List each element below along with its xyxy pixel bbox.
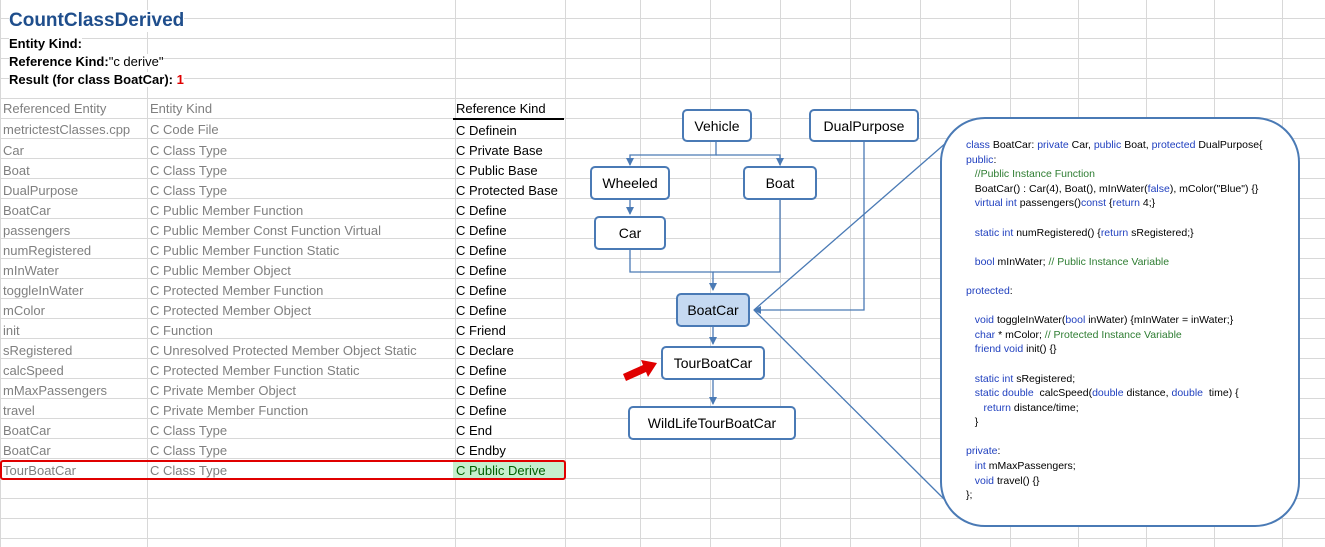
code-token: private xyxy=(966,445,998,458)
code-token: public xyxy=(966,153,994,166)
code-token: int xyxy=(966,460,989,473)
code-token: sRegistered; xyxy=(1016,372,1076,385)
node-tourboatcar[interactable]: TourBoatCar xyxy=(661,346,765,380)
code-token: }; xyxy=(966,489,973,502)
code-line: bool mInWater; // Public Instance Variab… xyxy=(966,256,1280,271)
node-car[interactable]: Car xyxy=(594,216,666,250)
code-token: static int xyxy=(966,372,1017,385)
node-boat[interactable]: Boat xyxy=(743,166,817,200)
code-token: double xyxy=(1092,387,1127,400)
callout-line-bottom xyxy=(753,309,946,501)
code-token: : xyxy=(1009,284,1013,297)
code-token: void xyxy=(966,314,997,327)
code-line: static double calcSpeed(double distance,… xyxy=(966,387,1280,402)
edge-vehicle-boat xyxy=(716,154,784,166)
code-line: }; xyxy=(966,489,1280,504)
code-line: int mMaxPassengers; xyxy=(966,460,1280,475)
code-token: : xyxy=(997,445,1001,458)
code-token: return xyxy=(966,401,1014,414)
code-token: static double xyxy=(966,387,1040,400)
node-wheeled[interactable]: Wheeled xyxy=(590,166,670,200)
code-token: } xyxy=(966,416,979,429)
code-line: BoatCar() : Car(4), Boat(), mInWater(fal… xyxy=(966,183,1280,198)
code-token: void xyxy=(966,474,997,487)
code-token: // Protected Instance Variable xyxy=(1044,328,1182,341)
code-line: private: xyxy=(966,445,1280,460)
code-token: private xyxy=(1037,139,1072,151)
code-token: class xyxy=(966,139,993,151)
code-token: time) { xyxy=(1208,387,1239,400)
code-token: : xyxy=(993,153,997,166)
code-token: mInWater; xyxy=(997,255,1049,268)
code-line: //Public Instance Function xyxy=(966,168,1280,183)
code-token: return xyxy=(1100,226,1132,239)
edge-boat-boatcar xyxy=(713,200,781,273)
code-token: travel() {} xyxy=(996,474,1040,487)
code-line: void travel() {} xyxy=(966,475,1280,490)
code-token: return xyxy=(1112,197,1143,210)
code-token: virtual int xyxy=(966,197,1020,210)
code-token: public xyxy=(1093,139,1125,151)
node-vehicle[interactable]: Vehicle xyxy=(682,109,752,142)
code-token: mMaxPassengers; xyxy=(988,460,1076,473)
code-line: static int sRegistered; xyxy=(966,373,1280,388)
code-line: virtual int passengers()const {return 4;… xyxy=(966,197,1280,212)
code-token: Boat, xyxy=(1124,139,1152,151)
code-line: char * mColor; // Protected Instance Var… xyxy=(966,329,1280,344)
node-boatcar-selected[interactable]: BoatCar xyxy=(676,293,750,327)
code-token: double xyxy=(1171,387,1209,400)
code-callout: class BoatCar: private Car, public Boat,… xyxy=(940,117,1300,527)
code-token: BoatCar() : Car(4), Boat(), mInWater( xyxy=(966,182,1148,195)
code-token: DualPurpose{ xyxy=(1198,139,1263,151)
node-dualpurpose[interactable]: DualPurpose xyxy=(809,109,919,142)
code-token: // Public Instance Variable xyxy=(1048,255,1170,268)
code-token: //Public Instance Function xyxy=(966,168,1095,181)
code-token: bool xyxy=(1065,314,1089,327)
code-line: friend void init() {} xyxy=(966,343,1280,358)
code-token: protected xyxy=(1151,139,1199,151)
code-token: distance, xyxy=(1126,387,1172,400)
node-wildlifetourboatcar[interactable]: WildLifeTourBoatCar xyxy=(628,406,796,440)
code-token: init() {} xyxy=(1026,343,1057,356)
code-token: char xyxy=(966,328,999,341)
code-token: false xyxy=(1147,182,1170,195)
edge-car-boatcar xyxy=(629,250,717,291)
code-token: passengers() xyxy=(1019,197,1081,210)
edge-vehicle-wheeled xyxy=(626,142,717,166)
code-token: bool xyxy=(966,255,998,268)
code-token: toggleInWater( xyxy=(996,314,1066,327)
code-line: class BoatCar: private Car, public Boat,… xyxy=(966,139,1280,154)
code-token: ), mColor("Blue") {} xyxy=(1169,182,1259,195)
code-token: distance/time; xyxy=(1013,401,1079,414)
code-token: sRegistered;} xyxy=(1131,226,1194,239)
code-line: protected: xyxy=(966,285,1280,300)
callout-line-top xyxy=(753,134,956,311)
code-token: static int xyxy=(966,226,1017,239)
code-line: public: xyxy=(966,154,1280,169)
code-line: static int numRegistered() {return sRegi… xyxy=(966,227,1280,242)
code-token: * mColor; xyxy=(998,328,1045,341)
code-token: friend void xyxy=(966,343,1027,356)
code-token: inWater) {mInWater = inWater;} xyxy=(1088,314,1234,327)
code-token: Car, xyxy=(1071,139,1094,151)
code-token: 4;} xyxy=(1142,197,1156,210)
code-line: return distance/time; xyxy=(966,402,1280,417)
red-pointer-arrow xyxy=(623,360,657,381)
code-line: void toggleInWater(bool inWater) {mInWat… xyxy=(966,314,1280,329)
code-line: } xyxy=(966,416,1280,431)
code-token: BoatCar: xyxy=(992,139,1038,151)
code-token: protected xyxy=(966,284,1010,297)
code-token: numRegistered() { xyxy=(1016,226,1101,239)
code-token: calcSpeed( xyxy=(1039,387,1093,400)
code-token: const xyxy=(1080,197,1109,210)
